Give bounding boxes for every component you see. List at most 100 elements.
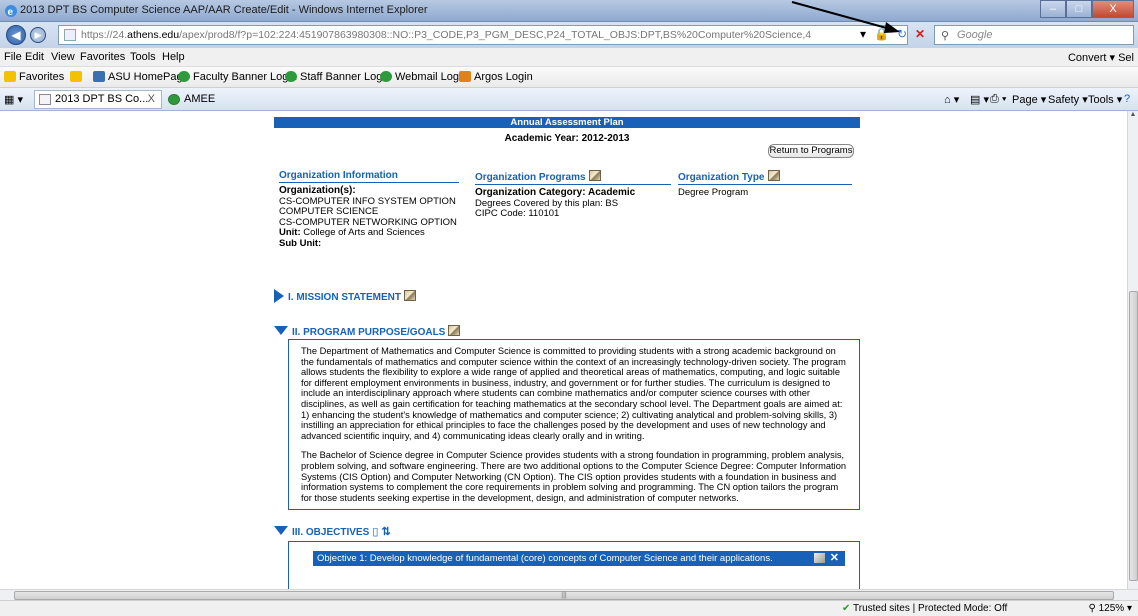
tools-menu[interactable]: Tools ▾	[1088, 93, 1122, 106]
mission-heading[interactable]: I. MISSION STATEMENT	[288, 292, 401, 303]
horizontal-scroll-thumb[interactable]: |||	[14, 591, 1114, 600]
menu-file[interactable]: File	[4, 51, 22, 63]
menu-help[interactable]: Help	[162, 51, 185, 63]
tab-close-icon[interactable]: X	[148, 91, 155, 108]
org-programs-column: Organization Programs Organization Categ…	[475, 170, 671, 220]
globe-icon	[380, 71, 392, 82]
page-menu[interactable]: Page ▾	[1012, 93, 1046, 106]
globe-icon	[285, 71, 297, 82]
objectives-box: Objective 1: Develop knowledge of fundam…	[288, 541, 860, 589]
page-content: Annual Assessment Plan Academic Year: 20…	[0, 111, 1127, 589]
address-toolbar: ◀ ▶ https://24.athens.edu/apex/prod8/f?p…	[0, 22, 1138, 48]
goals-paragraph: The Bachelor of Science degree in Comput…	[301, 450, 847, 503]
edit-icon[interactable]	[448, 325, 461, 336]
back-button[interactable]: ◀	[6, 25, 26, 45]
menu-edit[interactable]: Edit	[25, 51, 44, 63]
check-icon: ✔	[842, 603, 851, 614]
zoom-control[interactable]: ⚲ 125% ▾	[1089, 603, 1133, 614]
org-category: Organization Category: Academic	[475, 187, 636, 198]
feeds-icon[interactable]: ▤ ▾	[970, 93, 989, 106]
star-icon	[4, 71, 16, 82]
menu-view[interactable]: View	[51, 51, 75, 63]
menu-favorites[interactable]: Favorites	[80, 51, 125, 63]
org-info-heading: Organization Information	[279, 170, 459, 183]
collapse-arrow-icon[interactable]	[274, 526, 288, 535]
fav-asu-homepage[interactable]: ASU HomePage	[93, 71, 189, 83]
vertical-scrollbar[interactable]: ▲	[1127, 111, 1138, 589]
fav-faculty-banner[interactable]: Faculty Banner Login	[178, 71, 297, 83]
quick-tabs-icon[interactable]: ▦ ▾	[4, 93, 23, 106]
ie-icon: e	[5, 5, 17, 18]
globe-icon	[168, 94, 180, 105]
search-input[interactable]: ⚲ Google	[934, 25, 1134, 45]
page-icon	[64, 29, 76, 41]
page-icon	[39, 94, 51, 105]
security-zone[interactable]: ✔ Trusted sites | Protected Mode: Off	[842, 603, 1007, 614]
fav-argos[interactable]: Argos Login	[459, 71, 533, 83]
objectives-heading[interactable]: III. OBJECTIVES	[292, 527, 369, 538]
unit-label: Unit:	[279, 227, 301, 238]
goals-paragraph: The Department of Mathematics and Comput…	[301, 346, 846, 441]
forward-button[interactable]: ▶	[30, 27, 46, 43]
objective-text: Objective 1: Develop knowledge of fundam…	[317, 553, 773, 564]
goals-text-box: The Department of Mathematics and Comput…	[288, 339, 860, 511]
add-favorite-icon[interactable]	[70, 71, 85, 83]
objectives-section[interactable]: III. OBJECTIVES ▯ ⇅	[274, 525, 391, 538]
cipc-code: CIPC Code: 110101	[475, 208, 560, 219]
org-info-column: Organization Information Organization(s)…	[279, 170, 459, 249]
page-banner: Annual Assessment Plan	[274, 117, 860, 128]
subunit-label: Sub Unit:	[279, 237, 322, 249]
vertical-scroll-thumb[interactable]	[1129, 291, 1138, 581]
safety-menu[interactable]: Safety ▾	[1048, 93, 1088, 106]
favorites-button[interactable]: Favorites	[4, 71, 64, 83]
tab-current[interactable]: 2013 DPT BS Co... X	[34, 90, 162, 109]
window-title: 2013 DPT BS Computer Science AAP/AAR Cre…	[20, 4, 428, 16]
fav-webmail[interactable]: Webmail Login	[380, 71, 468, 83]
print-icon[interactable]: ⎙ ▾	[990, 93, 1006, 106]
status-bar: ✔ Trusted sites | Protected Mode: Off ⚲ …	[0, 600, 1138, 616]
add-objective-icon[interactable]: ▯	[372, 526, 378, 538]
argos-icon	[459, 71, 471, 82]
tab-amee[interactable]: AMEE	[163, 90, 221, 109]
objective-row[interactable]: Objective 1: Develop knowledge of fundam…	[313, 551, 845, 566]
mission-section[interactable]: I. MISSION STATEMENT	[274, 289, 416, 303]
reorder-icon[interactable]: ⇅	[381, 526, 390, 538]
edit-icon[interactable]	[767, 170, 780, 181]
fav-staff-banner[interactable]: Staff Banner Login	[285, 71, 391, 83]
delete-icon[interactable]: ✕	[830, 551, 839, 566]
org-type-column: Organization Type Degree Program	[678, 170, 852, 199]
scroll-up-icon[interactable]: ▲	[1128, 111, 1138, 118]
menu-bar: File Edit View Favorites Tools Help Conv…	[0, 48, 1138, 67]
org-programs-heading: Organization Programs	[475, 172, 586, 183]
window-title-bar: e 2013 DPT BS Computer Science AAP/AAR C…	[0, 0, 1138, 22]
globe-icon	[178, 71, 190, 82]
org-item: COMPUTER SCIENCE	[279, 206, 379, 217]
favorites-bar: Favorites ASU HomePage Faculty Banner Lo…	[0, 67, 1138, 88]
tab-bar: ▦ ▾ 2013 DPT BS Co... X AMEE ⌂ ▾ ▤ ▾ ⎙ ▾…	[0, 88, 1138, 111]
maximize-button[interactable]: □	[1066, 0, 1092, 18]
return-to-programs-button[interactable]: Return to Programs	[768, 144, 854, 158]
edit-icon[interactable]	[814, 553, 825, 563]
collapse-arrow-icon[interactable]	[274, 326, 288, 335]
stop-icon[interactable]: ✕	[915, 27, 925, 41]
annotation-arrow-icon	[791, 1, 900, 33]
minimize-button[interactable]: –	[1040, 0, 1066, 18]
address-input[interactable]: https://24.athens.edu/apex/prod8/f?p=102…	[58, 25, 908, 45]
menu-tools[interactable]: Tools	[130, 51, 156, 63]
unit-value: College of Arts and Sciences	[303, 227, 425, 238]
expand-arrow-icon[interactable]	[274, 289, 284, 303]
goals-section[interactable]: II. PROGRAM PURPOSE/GOALS	[274, 325, 461, 338]
link-icon	[93, 71, 105, 82]
edit-icon[interactable]	[403, 290, 416, 301]
academic-year: Academic Year: 2012-2013	[504, 133, 630, 144]
goals-heading[interactable]: II. PROGRAM PURPOSE/GOALS	[292, 327, 445, 338]
org-type-value: Degree Program	[678, 187, 749, 198]
close-button[interactable]: X	[1092, 0, 1134, 18]
horizontal-scrollbar[interactable]: |||	[0, 589, 1138, 600]
convert-button[interactable]: Convert ▾ Sel	[1068, 51, 1134, 64]
edit-icon[interactable]	[588, 170, 601, 181]
orgs-label: Organization(s):	[279, 185, 356, 196]
home-icon[interactable]: ⌂ ▾	[944, 93, 959, 106]
assessment-plan-page: Annual Assessment Plan Academic Year: 20…	[274, 117, 860, 589]
help-icon[interactable]: ?	[1124, 93, 1130, 105]
